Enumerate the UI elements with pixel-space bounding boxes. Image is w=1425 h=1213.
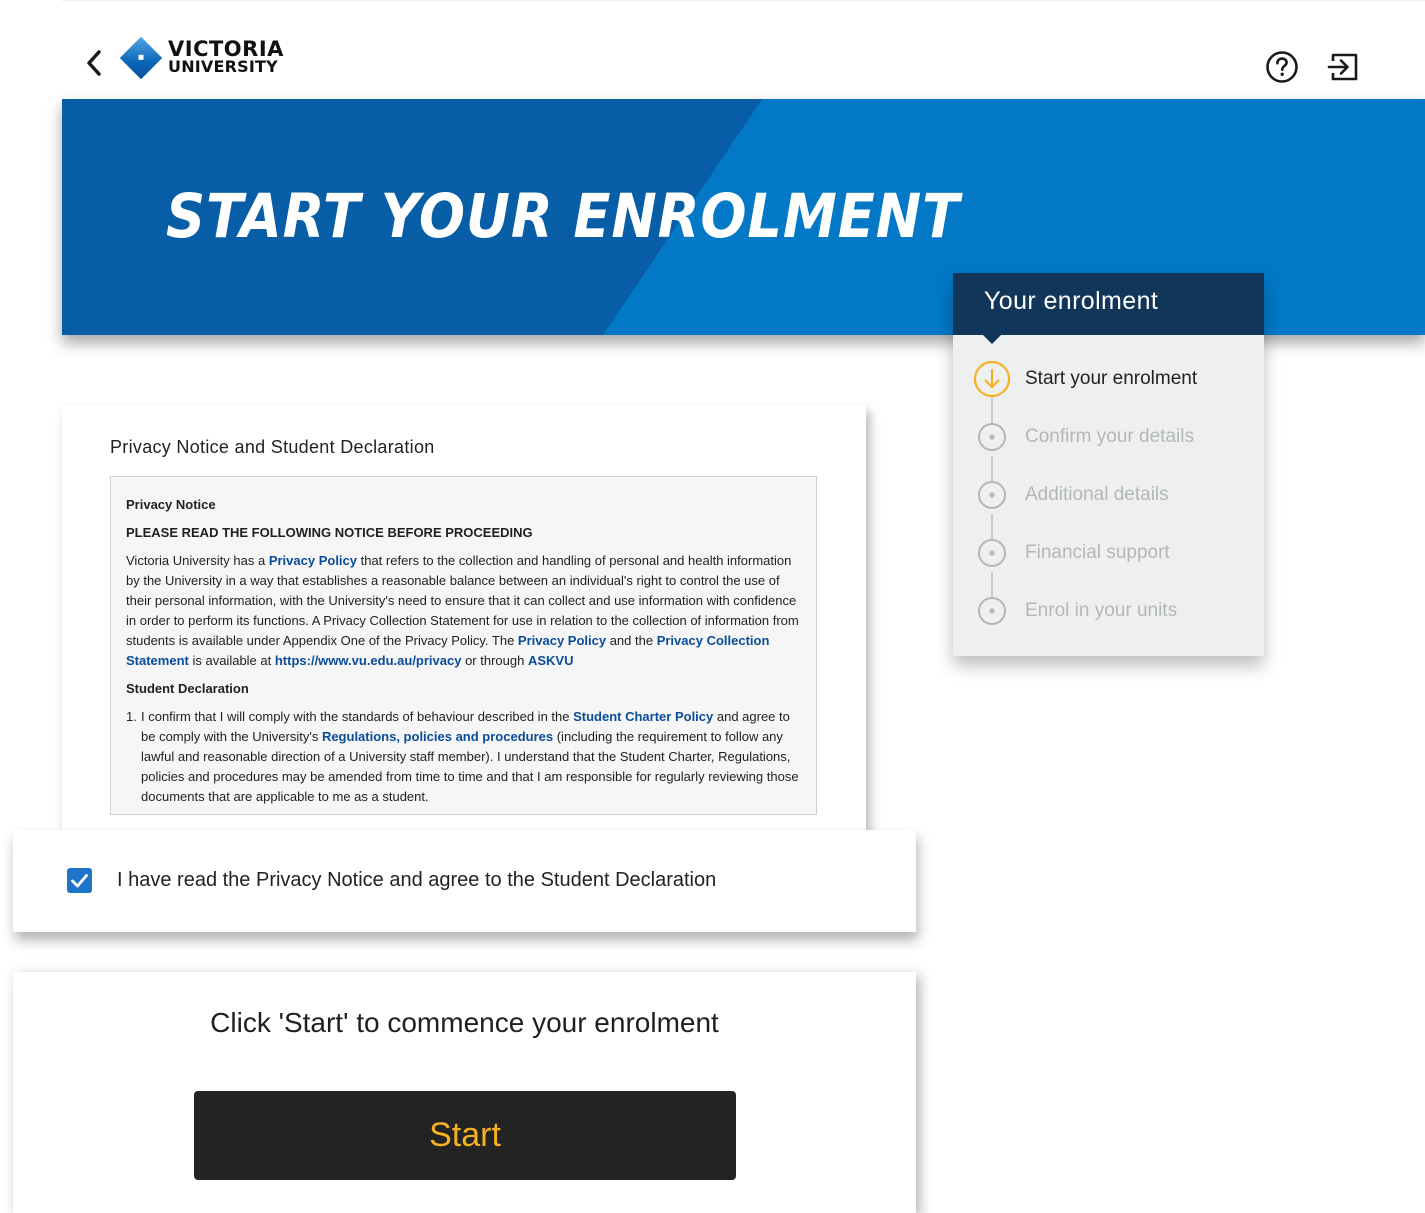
- student-declaration-heading: Student Declaration: [126, 681, 249, 696]
- step-confirm-your-details[interactable]: Confirm your details: [973, 417, 1253, 457]
- start-enrolment-card: Click 'Start' to commence your enrolment…: [13, 972, 916, 1213]
- student-charter-policy-link[interactable]: Student Charter Policy: [573, 709, 713, 724]
- regulations-policies-link[interactable]: Regulations, policies and procedures: [322, 729, 553, 744]
- agree-checkbox-label[interactable]: I have read the Privacy Notice and agree…: [117, 869, 716, 892]
- logo-line-2: UNIVERSITY: [168, 57, 278, 76]
- step-label: Confirm your details: [1025, 426, 1194, 447]
- dot-circle-icon: [973, 418, 1011, 456]
- logout-button[interactable]: [1326, 49, 1362, 85]
- privacy-notice-heading: Privacy Notice: [126, 497, 216, 512]
- privacy-section-title: Privacy Notice and Student Declaration: [110, 437, 435, 457]
- logo-line-1: VICTORIA: [168, 37, 284, 61]
- step-label: Start your enrolment: [1025, 368, 1198, 389]
- step-financial-support[interactable]: Financial support: [973, 533, 1253, 573]
- logo-diamond-icon: [119, 36, 163, 80]
- start-instruction-text: Click 'Start' to commence your enrolment: [210, 1007, 719, 1038]
- victoria-university-logo[interactable]: VICTORIA UNIVERSITY: [119, 36, 284, 80]
- step-label: Financial support: [1025, 542, 1170, 563]
- step-label: Enrol in your units: [1025, 600, 1178, 621]
- privacy-notice-subheading: PLEASE READ THE FOLLOWING NOTICE BEFORE …: [126, 525, 533, 540]
- step-start-your-enrolment[interactable]: Start your enrolment: [973, 359, 1253, 399]
- arrow-down-circle-icon: [973, 360, 1011, 398]
- declaration-list: 1. I confirm that I will comply with the …: [126, 707, 800, 807]
- dot-circle-icon: [973, 476, 1011, 514]
- list-item: 1. I confirm that I will comply with the …: [126, 707, 800, 807]
- list-item-number: 1.: [126, 709, 137, 724]
- privacy-policy-link[interactable]: Privacy Policy: [518, 633, 606, 648]
- back-button[interactable]: [82, 47, 106, 79]
- privacy-notice-box[interactable]: Privacy Notice PLEASE READ THE FOLLOWING…: [110, 476, 817, 815]
- help-button[interactable]: [1264, 49, 1300, 85]
- chevron-left-icon: [87, 50, 101, 76]
- step-label: Additional details: [1025, 484, 1169, 505]
- step-additional-details[interactable]: Additional details: [973, 475, 1253, 515]
- dot-circle-icon: [973, 534, 1011, 572]
- privacy-policy-link[interactable]: Privacy Policy: [269, 553, 357, 568]
- page-title: START YOUR ENROLMENT: [166, 181, 961, 252]
- paragraph-text: or through: [461, 653, 528, 668]
- list-item-text: I confirm that I will comply with the st…: [141, 707, 800, 807]
- paragraph-text: I confirm that I will comply with the st…: [141, 709, 574, 724]
- vu-privacy-url-link[interactable]: https://www.vu.edu.au/privacy: [275, 653, 462, 668]
- privacy-notice-card: Privacy Notice and Student Declaration P…: [62, 405, 866, 835]
- enrolment-panel-title: Your enrolment: [953, 273, 1264, 344]
- paragraph-text: Victoria University has a: [126, 553, 269, 568]
- agreement-card: I have read the Privacy Notice and agree…: [13, 830, 916, 932]
- checkmark-icon: [71, 874, 88, 888]
- logo-text: VICTORIA UNIVERSITY: [168, 37, 284, 76]
- enrolment-progress-panel: Your enrolment Start your enrolment Conf…: [953, 273, 1264, 656]
- top-header: VICTORIA UNIVERSITY: [62, 0, 1425, 99]
- paragraph-text: is available at: [188, 653, 275, 668]
- logout-icon: [1327, 53, 1358, 81]
- dot-circle-icon: [973, 592, 1011, 630]
- askvu-link[interactable]: ASKVU: [528, 653, 574, 668]
- start-button[interactable]: Start: [194, 1091, 736, 1180]
- privacy-notice-paragraph: Victoria University has a Privacy Policy…: [126, 551, 800, 671]
- paragraph-text: and the: [606, 633, 657, 648]
- question-circle-icon: [1266, 51, 1298, 83]
- step-enrol-in-your-units[interactable]: Enrol in your units: [973, 591, 1253, 631]
- agree-checkbox[interactable]: [67, 868, 92, 893]
